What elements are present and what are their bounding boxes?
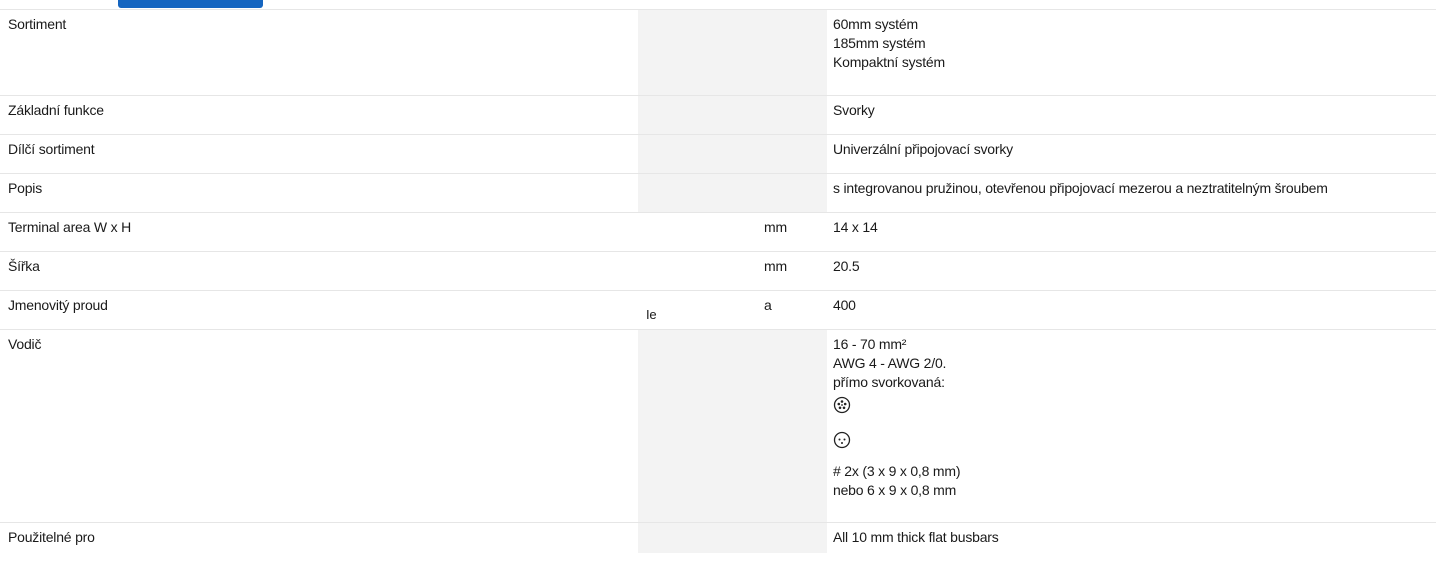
row-symbol	[638, 329, 764, 523]
spec-table: Sortiment 60mm systém 185mm systém Kompa…	[0, 9, 1436, 553]
row-value: 16 - 70 mm² AWG 4 - AWG 2/0. přímo svork…	[827, 329, 1436, 523]
row-unit	[764, 522, 827, 553]
value-line: Kompaktní systém	[833, 54, 945, 70]
value-line: AWG 4 - AWG 2/0.	[833, 355, 947, 371]
table-row: Použitelné pro All 10 mm thick flat busb…	[0, 522, 1436, 553]
row-value: Univerzální připojovací svorky	[827, 134, 1436, 174]
value-line: # 2x (3 x 9 x 0,8 mm)	[833, 463, 961, 479]
row-value: Svorky	[827, 95, 1436, 135]
row-label: Terminal area W x H	[0, 212, 638, 252]
row-unit	[764, 95, 827, 135]
row-label: Použitelné pro	[0, 522, 638, 553]
row-value: 20.5	[827, 251, 1436, 291]
row-unit: mm	[764, 212, 827, 252]
row-label: Sortiment	[0, 9, 638, 96]
row-value: 14 x 14	[827, 212, 1436, 252]
row-value: 400	[827, 290, 1436, 330]
value-line: 16 - 70 mm²	[833, 336, 907, 352]
table-row: Popis s integrovanou pružinou, otevřenou…	[0, 173, 1436, 213]
row-unit: a	[764, 290, 827, 330]
row-value: 60mm systém 185mm systém Kompaktní systé…	[827, 9, 1436, 96]
row-label: Základní funkce	[0, 95, 638, 135]
row-symbol	[638, 95, 764, 135]
solid-conductor-icon	[833, 431, 1436, 456]
row-symbol	[638, 173, 764, 213]
row-unit	[764, 134, 827, 174]
page-header-strip	[0, 0, 1436, 9]
row-value: All 10 mm thick flat busbars	[827, 522, 1436, 553]
stranded-conductor-icon	[833, 396, 1436, 421]
table-row: Šířka mm 20.5	[0, 251, 1436, 291]
table-row: Terminal area W x H mm 14 x 14	[0, 212, 1436, 252]
row-label: Šířka	[0, 251, 638, 291]
value-line: nebo 6 x 9 x 0,8 mm	[833, 482, 957, 498]
row-symbol: Ie	[638, 290, 764, 330]
row-label: Dílčí sortiment	[0, 134, 638, 174]
row-label: Popis	[0, 173, 638, 213]
table-row: Základní funkce Svorky	[0, 95, 1436, 135]
table-row: Jmenovitý proud Ie a 400	[0, 290, 1436, 330]
row-symbol	[638, 212, 764, 252]
row-label: Vodič	[0, 329, 638, 523]
value-line: 60mm systém	[833, 16, 918, 32]
row-value: s integrovanou pružinou, otevřenou připo…	[827, 173, 1436, 213]
row-symbol	[638, 134, 764, 174]
row-symbol	[638, 9, 764, 96]
table-row: Dílčí sortiment Univerzální připojovací …	[0, 134, 1436, 174]
row-unit	[764, 173, 827, 213]
row-symbol	[638, 522, 764, 553]
heading-fragment	[118, 0, 263, 8]
row-symbol	[638, 251, 764, 291]
symbol-text: Ie	[646, 307, 657, 322]
row-unit: mm	[764, 251, 827, 291]
row-unit	[764, 329, 827, 523]
value-line: 185mm systém	[833, 35, 926, 51]
row-label: Jmenovitý proud	[0, 290, 638, 330]
table-row: Sortiment 60mm systém 185mm systém Kompa…	[0, 9, 1436, 96]
table-row: Vodič 16 - 70 mm² AWG 4 - AWG 2/0. přímo…	[0, 329, 1436, 523]
value-line: přímo svorkovaná:	[833, 374, 945, 390]
row-unit	[764, 9, 827, 96]
